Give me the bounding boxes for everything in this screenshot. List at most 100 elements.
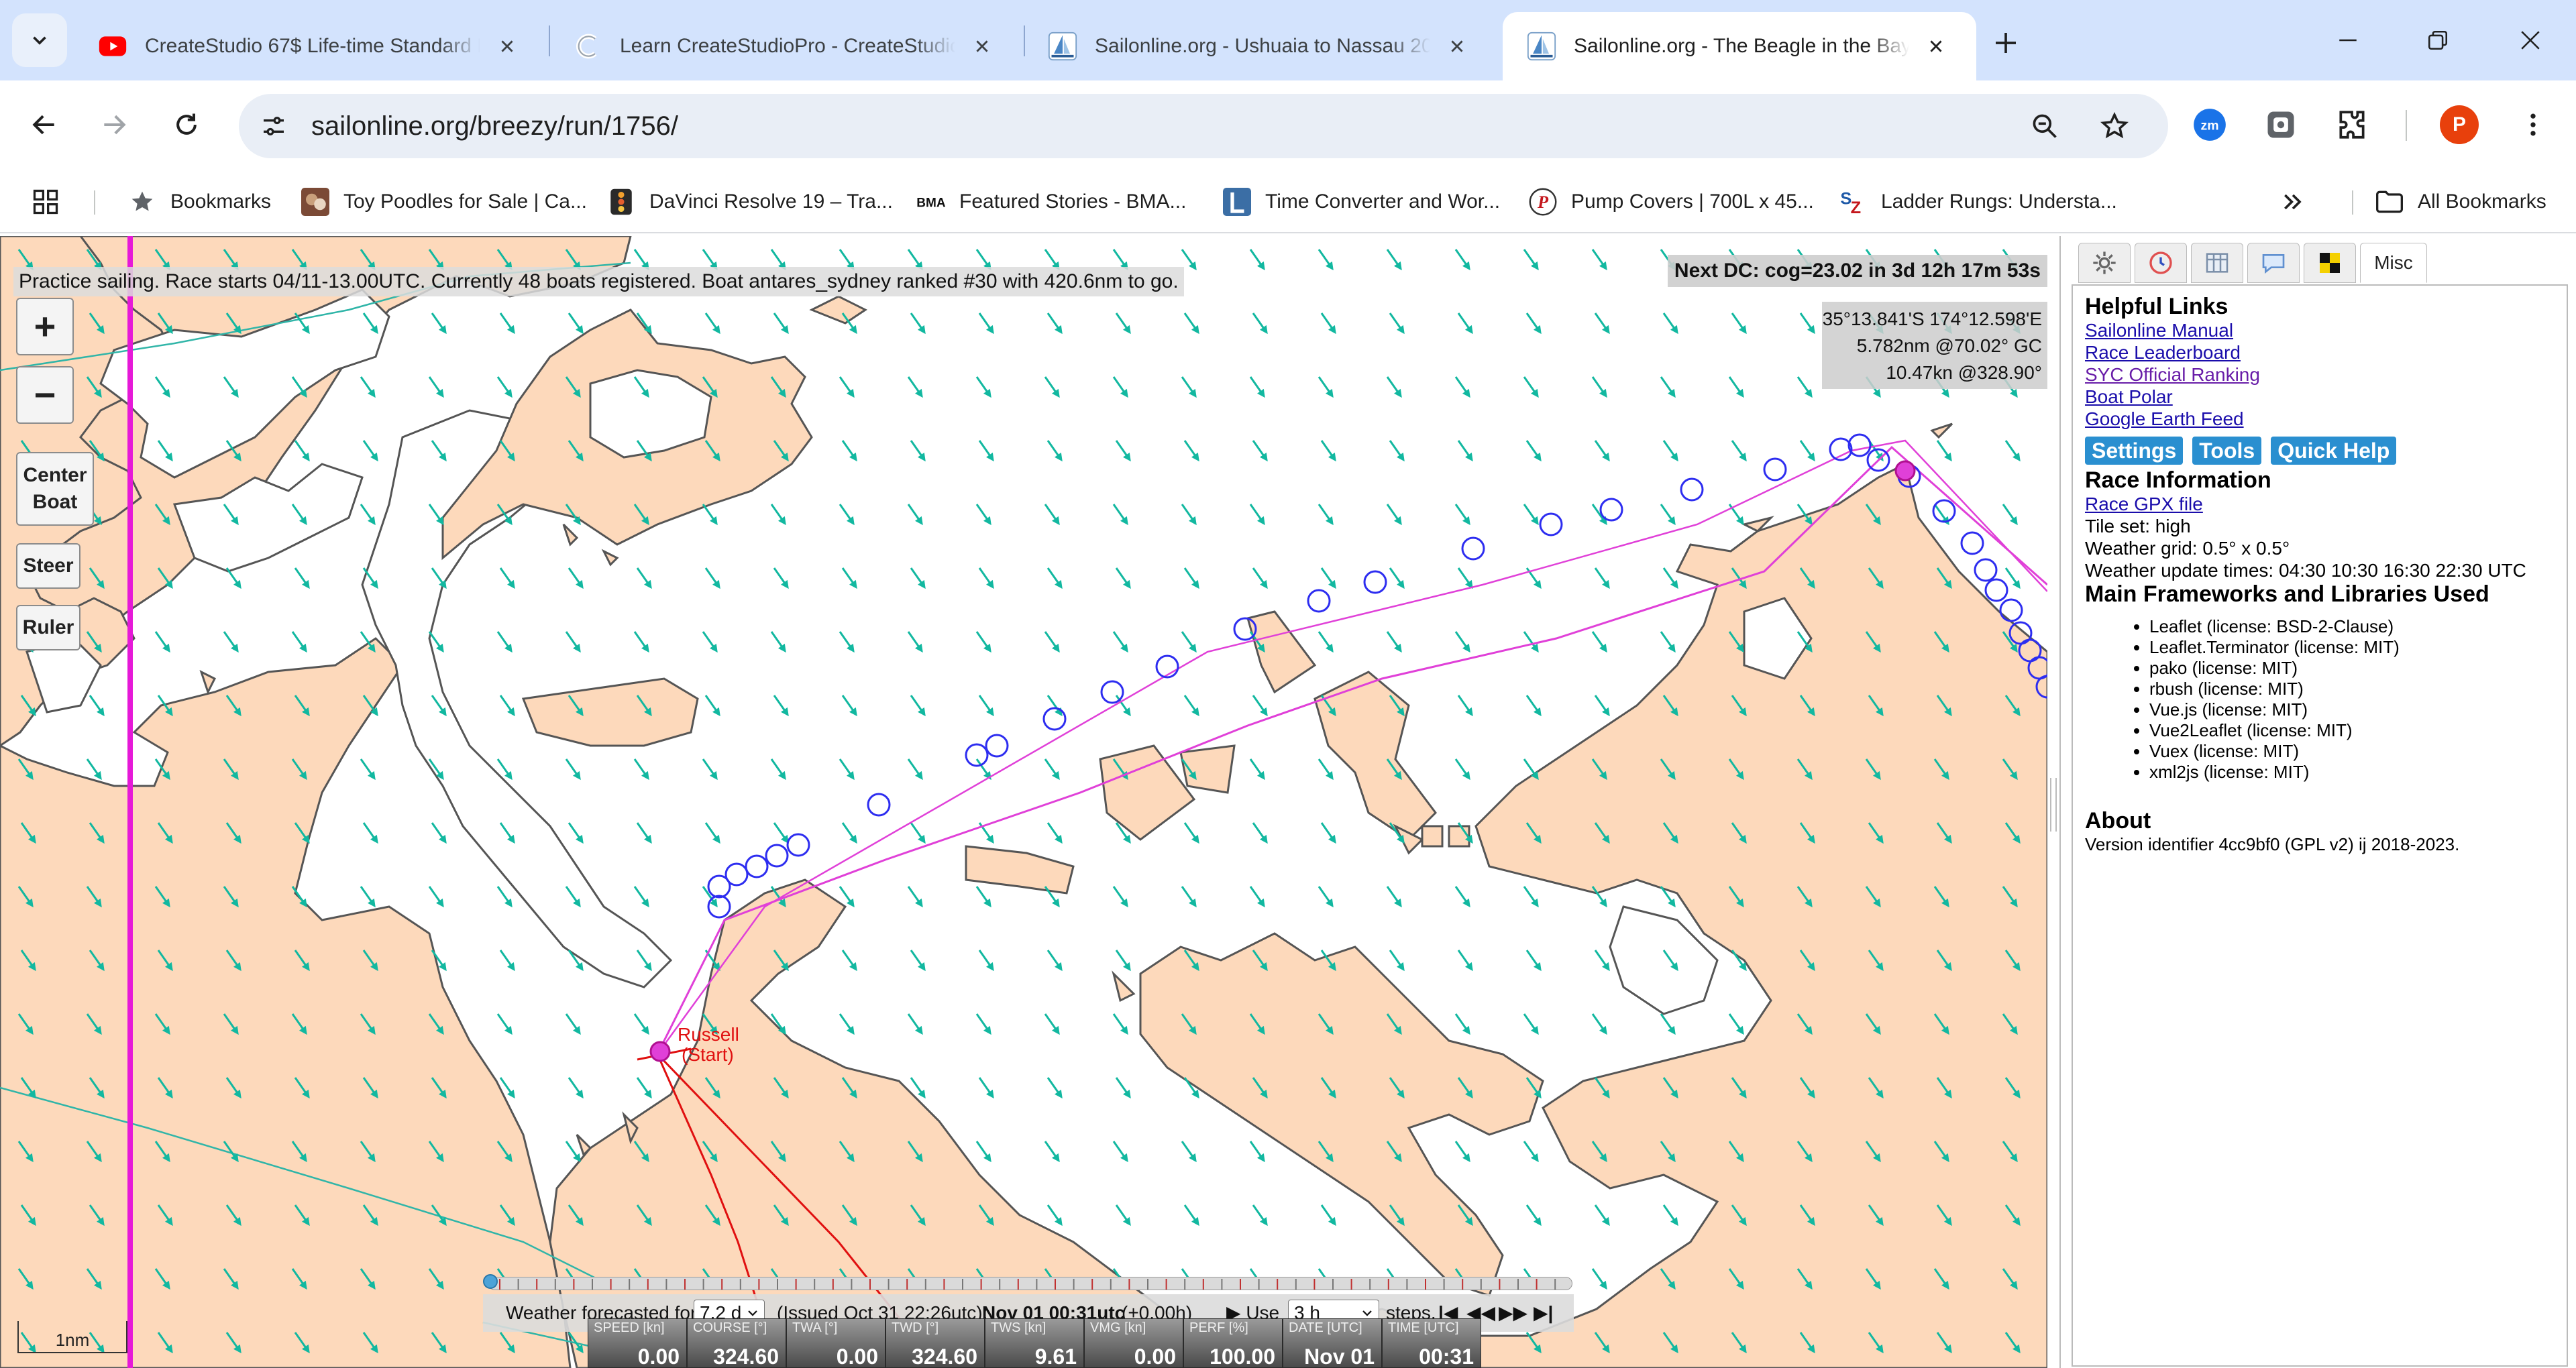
close-window-button[interactable] bbox=[2493, 0, 2568, 80]
bookmark-star-button[interactable] bbox=[2094, 106, 2135, 146]
forward-button[interactable] bbox=[89, 99, 140, 150]
more-bookmarks-button[interactable] bbox=[2279, 182, 2306, 221]
wind-arrow bbox=[975, 1013, 991, 1035]
wind-arrow bbox=[154, 631, 170, 653]
bookmark-item[interactable]: Toy Poodles for Sale | Ca... bbox=[301, 182, 587, 221]
wind-arrow bbox=[636, 822, 652, 844]
wind-arrow bbox=[704, 312, 720, 335]
kebab-menu-icon bbox=[2530, 113, 2536, 136]
extension-button[interactable] bbox=[2261, 105, 2301, 145]
boat-position bbox=[649, 1041, 671, 1062]
ruler-button[interactable]: Ruler bbox=[16, 605, 80, 650]
browser-tab-active[interactable]: Sailonline.org - The Beagle in the Bay bbox=[1503, 12, 1976, 80]
zoom-in-button[interactable]: + bbox=[16, 298, 74, 355]
race-status-text: Practice sailing. Race starts 04/11-13.0… bbox=[13, 267, 1184, 296]
wind-arrow bbox=[702, 631, 718, 653]
link-syc-ranking[interactable]: SYC Official Ranking bbox=[2085, 363, 2567, 386]
all-bookmarks-button[interactable]: All Bookmarks bbox=[2375, 182, 2546, 221]
close-tab-button[interactable] bbox=[1442, 32, 1472, 61]
slider-handle[interactable] bbox=[483, 1274, 498, 1289]
steer-button[interactable]: Steer bbox=[16, 543, 80, 589]
wind-arrow bbox=[1523, 1013, 1539, 1035]
browser-tab[interactable]: Learn CreateStudioPro - CreateStudio bbox=[549, 12, 1017, 80]
wind-arrow bbox=[1252, 440, 1268, 462]
tab-search-button[interactable] bbox=[12, 13, 67, 67]
center-boat-button[interactable]: Center Boat bbox=[16, 452, 94, 526]
extensions-menu-button[interactable] bbox=[2332, 105, 2372, 145]
tab-chat[interactable] bbox=[2247, 243, 2300, 283]
bookmark-item[interactable]: P Pump Covers | 700L x 45... bbox=[1528, 182, 1814, 221]
wind-arrow bbox=[1252, 1204, 1268, 1227]
url-text[interactable]: sailonline.org/breezy/run/1756/ bbox=[311, 94, 678, 158]
wind-arrow bbox=[2004, 567, 2021, 589]
link-sailonline-manual[interactable]: Sailonline Manual bbox=[2085, 319, 2567, 341]
wind-arrow bbox=[1386, 504, 1402, 526]
quick-help-button[interactable]: Quick Help bbox=[2271, 437, 2397, 465]
land-mass bbox=[1139, 932, 1544, 1297]
site-info-button[interactable] bbox=[254, 106, 294, 146]
wind-arrow bbox=[841, 950, 857, 972]
profile-button[interactable]: P bbox=[2439, 105, 2479, 145]
close-tab-button[interactable] bbox=[1921, 32, 1951, 61]
bookmark-item[interactable]: Bookmarks bbox=[127, 182, 271, 221]
chart-canvas[interactable]: Russell (Start) bbox=[0, 236, 2047, 1368]
bookmark-item[interactable]: SZ Ladder Rungs: Understa... bbox=[1838, 182, 2116, 221]
tab-misc[interactable]: Misc bbox=[2360, 243, 2427, 283]
wind-arrow bbox=[1249, 1141, 1265, 1163]
browser-menu-button[interactable] bbox=[2513, 105, 2553, 145]
browser-tab[interactable]: CreateStudio 67$ Life-time Standard P bbox=[74, 12, 542, 80]
zoom-out-button[interactable]: − bbox=[16, 366, 74, 424]
wind-arrow bbox=[1799, 312, 1815, 335]
wind-arrow bbox=[1591, 249, 1607, 271]
createstudio-icon bbox=[576, 34, 597, 59]
wind-arrow bbox=[1660, 1013, 1676, 1035]
wind-arrow bbox=[907, 504, 923, 526]
library-list: Leaflet (license: BSD-2-Clause)Leaflet.T… bbox=[2149, 616, 2567, 783]
race-map[interactable]: Russell (Start) Practice sailing. Race s… bbox=[0, 236, 2047, 1368]
wind-arrow bbox=[1454, 376, 1470, 398]
wind-arrow bbox=[975, 886, 991, 908]
tab-weather[interactable] bbox=[2078, 243, 2131, 283]
zoom-button[interactable] bbox=[2025, 106, 2065, 146]
forecast-slider[interactable] bbox=[488, 1277, 1572, 1290]
bookmark-item[interactable]: BMA Featured Stories - BMA... bbox=[916, 182, 1186, 221]
close-tab-button[interactable] bbox=[492, 32, 522, 61]
tools-button[interactable]: Tools bbox=[2192, 437, 2262, 465]
route-waypoint bbox=[867, 793, 891, 817]
library-item: Vue.js (license: MIT) bbox=[2149, 699, 2567, 720]
next-step-button[interactable]: ▶▶ bbox=[1499, 1294, 1527, 1332]
bookmark-item[interactable]: DaVinci Resolve 19 – Tra... bbox=[606, 182, 893, 221]
new-tab-button[interactable] bbox=[1987, 24, 2025, 62]
reload-button[interactable] bbox=[161, 99, 212, 150]
wind-arrow bbox=[1115, 567, 1131, 589]
last-step-button[interactable]: ▶| bbox=[1534, 1294, 1553, 1332]
minimize-button[interactable] bbox=[2310, 0, 2385, 80]
island bbox=[1930, 422, 1953, 439]
restore-button[interactable] bbox=[2400, 0, 2475, 80]
link-boat-polar[interactable]: Boat Polar bbox=[2085, 386, 2567, 408]
route-waypoint bbox=[1984, 578, 2008, 602]
wind-arrow bbox=[978, 567, 994, 589]
instrument-label: COURSE [°] bbox=[693, 1320, 767, 1335]
panel-resize-handle[interactable] bbox=[2050, 778, 2057, 832]
bookmark-item[interactable]: Time Converter and Wor... bbox=[1222, 182, 1500, 221]
wind-arrow bbox=[1660, 631, 1676, 653]
tab-clock[interactable] bbox=[2135, 243, 2187, 283]
finish-marker bbox=[1894, 460, 1916, 481]
link-google-earth-feed[interactable]: Google Earth Feed bbox=[2085, 408, 2567, 430]
zoom-extension-button[interactable]: zm bbox=[2190, 105, 2230, 145]
back-button[interactable] bbox=[19, 99, 70, 150]
address-bar[interactable]: sailonline.org/breezy/run/1756/ bbox=[239, 94, 2168, 158]
instrument-course: COURSE [°] 324.60 bbox=[687, 1318, 786, 1368]
browser-tab[interactable]: Sailonline.org - Ushuaia to Nassau 20 bbox=[1024, 12, 1492, 80]
apps-button[interactable] bbox=[31, 182, 60, 221]
wind-arrow bbox=[910, 312, 926, 335]
link-race-leaderboard[interactable]: Race Leaderboard bbox=[2085, 341, 2567, 363]
tab-flag[interactable] bbox=[2304, 243, 2356, 283]
wind-arrow bbox=[907, 376, 923, 398]
tab-fleet[interactable] bbox=[2191, 243, 2243, 283]
reload-icon bbox=[176, 113, 197, 135]
link-race-gpx[interactable]: Race GPX file bbox=[2085, 493, 2567, 515]
close-tab-button[interactable] bbox=[967, 32, 997, 61]
settings-button[interactable]: Settings bbox=[2085, 437, 2184, 465]
